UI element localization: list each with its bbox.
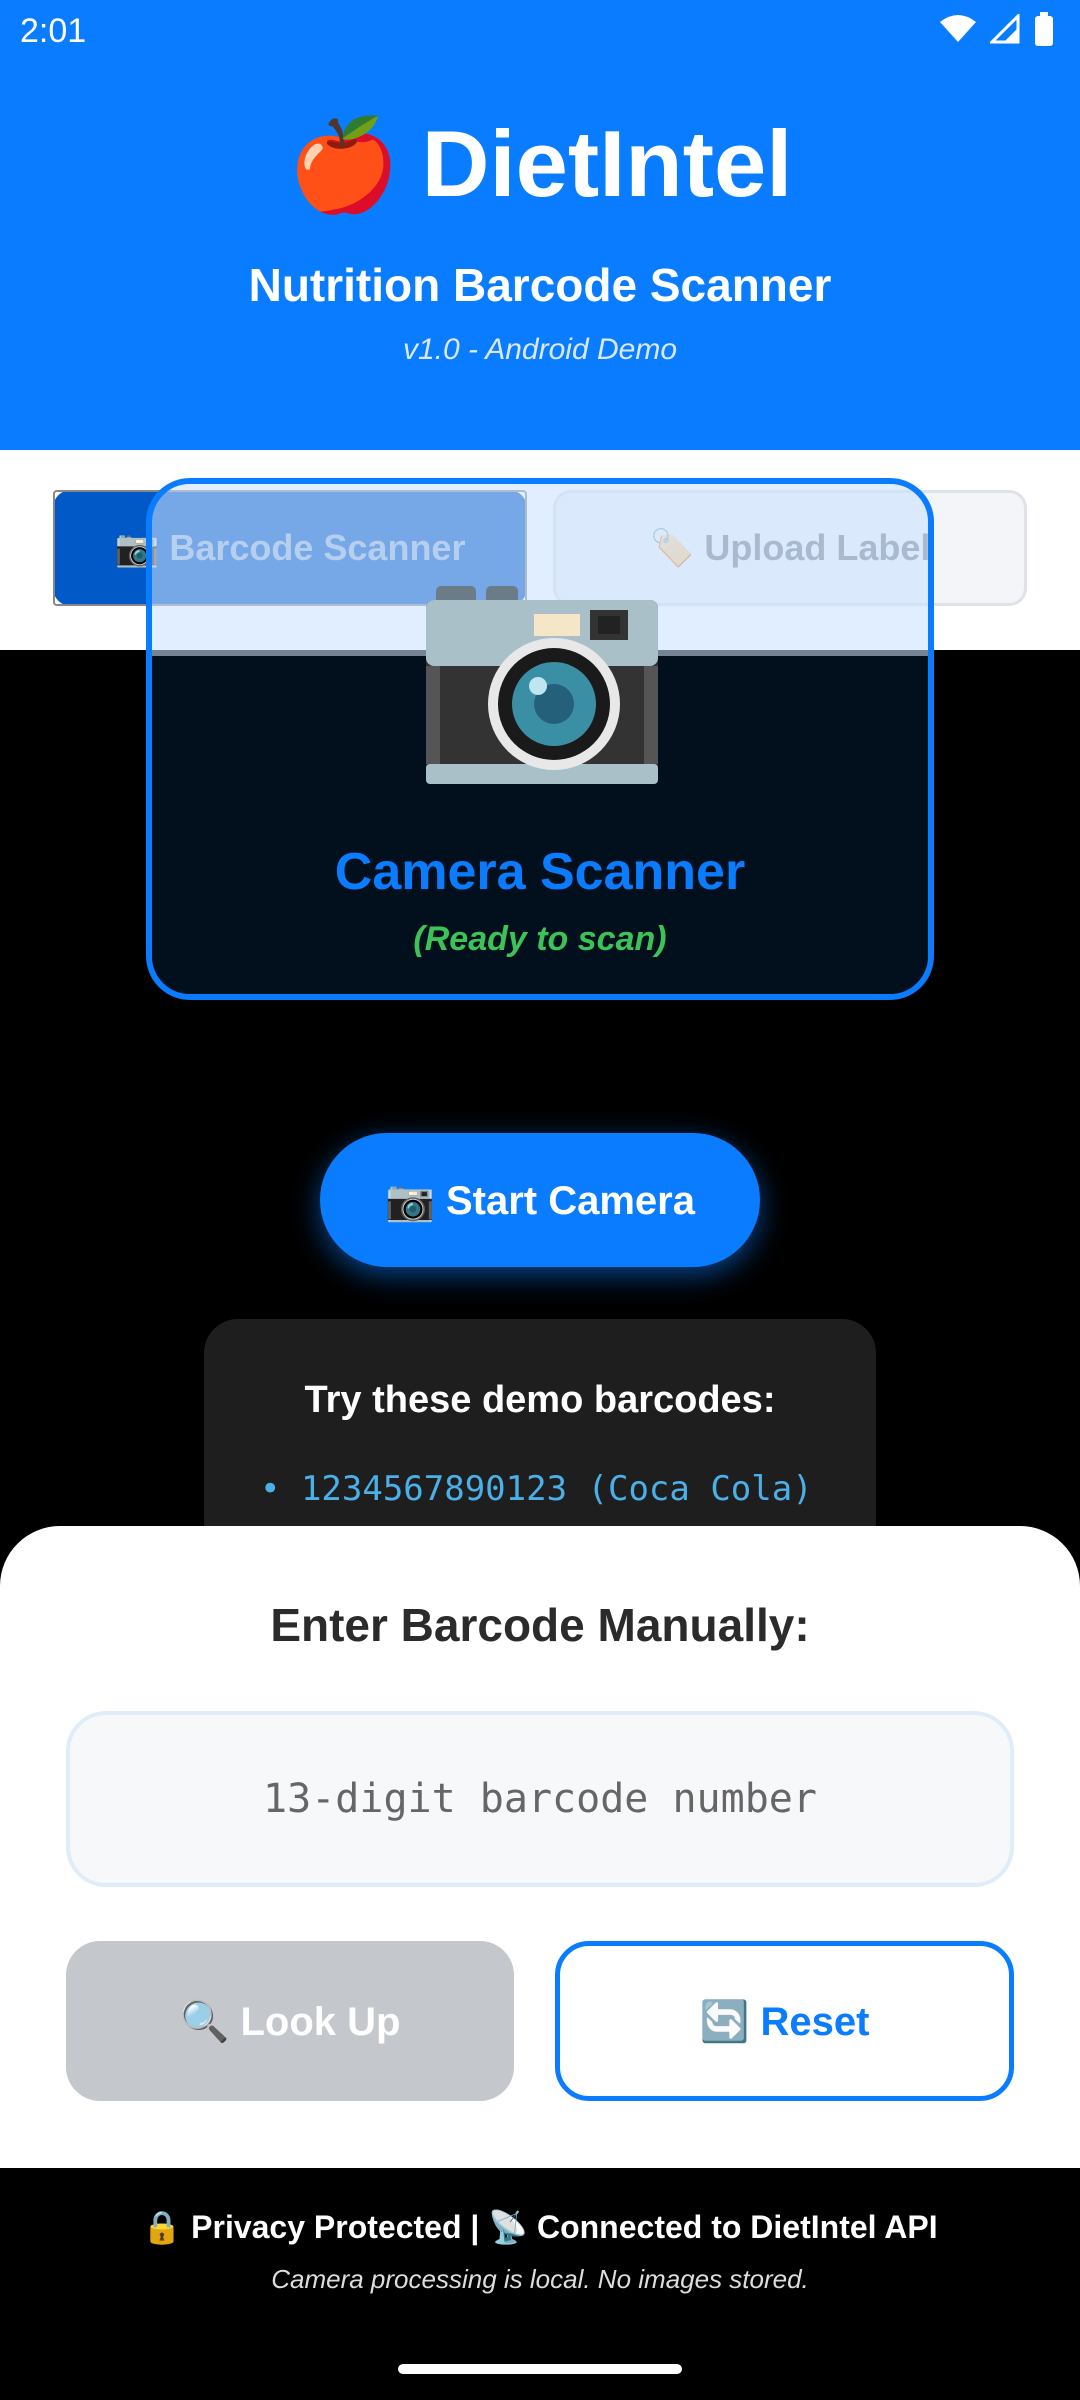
camera-scanner-frame[interactable]: Camera Scanner (Ready to scan) [146,478,934,1000]
reset-button[interactable]: 🔄 Reset [555,1941,1014,2101]
status-icons [940,12,1054,46]
app-title: 🍎 DietIntel [0,110,1080,218]
status-time: 2:01 [20,12,87,50]
app-version: v1.0 - Android Demo [402,333,677,366]
apple-icon: 🍎 [287,116,400,216]
app-title-text: DietIntel [421,111,793,216]
start-camera-button[interactable]: 📷 Start Camera [320,1133,760,1267]
app-subtitle: Nutrition Barcode Scanner [248,259,832,311]
home-indicator[interactable] [398,2364,682,2374]
app-header: 🍎 DietIntel Nutrition Barcode Scanner v1.… [0,0,1080,450]
manual-entry-title: Enter Barcode Manually: [270,1599,810,1651]
scanner-status: (Ready to scan) [413,920,667,958]
scanner-title: Camera Scanner [334,843,746,901]
look-up-button[interactable]: 🔍 Look Up [66,1941,514,2101]
cellular-signal-icon [990,14,1020,44]
barcode-input[interactable] [66,1711,1014,1887]
wifi-icon [940,15,976,42]
manual-entry-sheet: Enter Barcode Manually: 🔍 Look Up 🔄 Rese… [0,1526,1080,2168]
status-bar: 2:01 [0,0,1080,64]
camera-icon [426,586,658,784]
demo-barcode-item[interactable]: • 1234567890123 (Coca Cola) [260,1469,813,1509]
footer-privacy-status: 🔒 Privacy Protected | 📡 Connected to Die… [142,2209,938,2245]
demo-barcodes-title: Try these demo barcodes: [304,1379,776,1421]
battery-icon [1035,12,1053,46]
footer-note: Camera processing is local. No images st… [271,2264,809,2294]
